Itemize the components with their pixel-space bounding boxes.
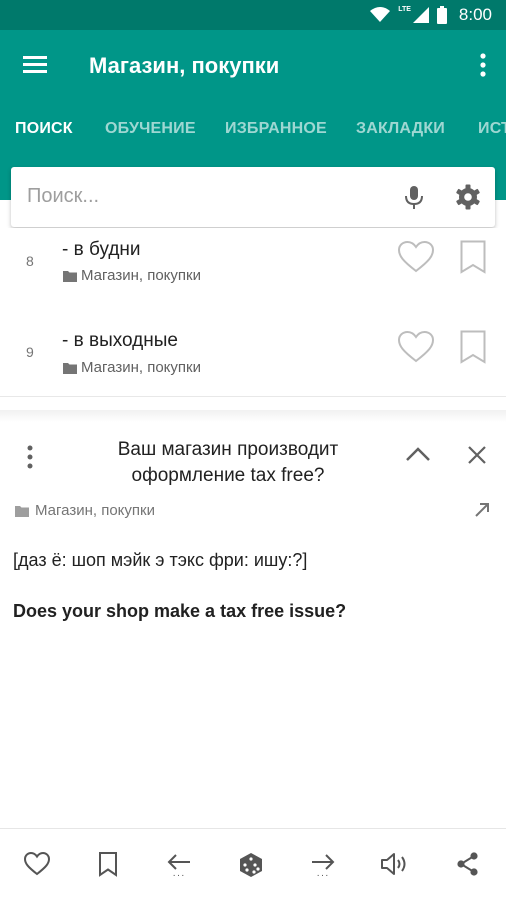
dots-icon: ··· (172, 870, 186, 881)
share-icon (457, 852, 478, 876)
translation: Does your shop make a tax free issue? (13, 601, 347, 621)
menu-button[interactable] (22, 52, 48, 78)
speak-button[interactable] (380, 851, 410, 885)
phrase-category: Магазин, покупки (15, 502, 155, 519)
bookmark-outline-icon (460, 240, 486, 274)
search-card (11, 167, 495, 227)
app-title: Магазин, покупки (89, 53, 280, 78)
network-type: LTE (398, 5, 411, 13)
heart-outline-icon (397, 330, 435, 363)
more-vert-icon (27, 445, 33, 469)
status-bar: LTE 8:00 (0, 0, 506, 30)
item-category-label: Магазин, покупки (81, 359, 201, 376)
battery-icon (436, 6, 447, 24)
item-text: - в выходные (62, 330, 178, 351)
voice-search-button[interactable] (403, 185, 425, 211)
next-button[interactable]: ··· (308, 851, 338, 885)
hamburger-icon (23, 56, 47, 73)
bookmark-outline-icon (460, 330, 486, 364)
gear-icon (456, 184, 480, 210)
phrase-category-label: Магазин, покупки (35, 502, 155, 519)
tab-bookmarks[interactable]: ЗАКЛАДКИ (356, 120, 445, 138)
settings-button[interactable] (455, 184, 481, 210)
list-item[interactable]: 9 - в выходные Магазин, покупки (0, 306, 506, 397)
transcription: [даз ё: шоп мэйк э тэкс фри: ишу:?] (13, 550, 308, 570)
favorite-button[interactable] (397, 330, 435, 364)
open-category-button[interactable] (472, 500, 492, 520)
status-time: 8:00 (458, 5, 492, 24)
folder-icon (63, 270, 77, 282)
signal-icon (412, 7, 429, 23)
folder-icon (63, 362, 77, 374)
detail-menu-button[interactable] (24, 444, 36, 470)
bookmark-toolbar-button[interactable] (93, 851, 123, 885)
item-number: 9 (26, 344, 34, 360)
speaker-icon (381, 853, 406, 875)
heart-icon (23, 851, 51, 876)
phrase-title: Ваш магазин производит оформление tax fr… (117, 439, 339, 486)
mic-icon (405, 186, 423, 209)
close-button[interactable] (467, 445, 487, 465)
panel-divider (0, 410, 506, 422)
arrow-up-right-icon (475, 503, 489, 517)
item-number: 8 (26, 253, 34, 269)
search-input[interactable] (27, 185, 387, 208)
chevron-up-icon (406, 447, 430, 461)
favorite-button[interactable] (397, 240, 435, 274)
bookmark-button[interactable] (460, 330, 486, 364)
bottom-toolbar: ··· ··· (0, 828, 506, 900)
wifi-icon (370, 7, 391, 22)
random-button[interactable] (236, 851, 266, 885)
item-category: Магазин, покупки (63, 267, 201, 284)
dots-icon: ··· (316, 870, 330, 881)
close-icon (468, 446, 486, 464)
tab-search[interactable]: ПОИСК (15, 120, 73, 138)
status-icons: LTE 8:00 (370, 5, 492, 25)
item-text: - в будни (62, 239, 141, 260)
share-button[interactable] (452, 851, 482, 885)
tab-favorites[interactable]: ИЗБРАННОЕ (225, 120, 327, 138)
more-vert-icon (480, 53, 486, 77)
tab-bar: ПОИСК ОБУЧЕНИЕ ИЗБРАННОЕ ЗАКЛАДКИ ИСТ (0, 110, 506, 148)
dice-icon (240, 853, 262, 877)
tab-history[interactable]: ИСТ (478, 120, 506, 138)
bookmark-icon (99, 852, 117, 877)
collapse-button[interactable] (405, 444, 431, 464)
item-category-label: Магазин, покупки (81, 267, 201, 284)
favorite-toolbar-button[interactable] (22, 851, 52, 885)
bookmark-button[interactable] (460, 240, 486, 274)
folder-icon (15, 505, 29, 517)
tab-learning[interactable]: ОБУЧЕНИЕ (105, 120, 196, 138)
item-category: Магазин, покупки (63, 359, 201, 376)
heart-outline-icon (397, 240, 435, 273)
overflow-menu-button[interactable] (478, 52, 488, 78)
previous-button[interactable]: ··· (164, 851, 194, 885)
